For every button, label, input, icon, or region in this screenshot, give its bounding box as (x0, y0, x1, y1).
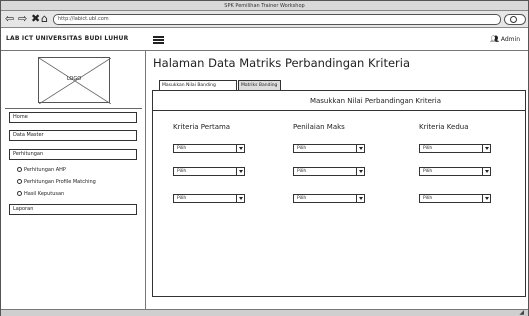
brand-title: LAB ICT UNIVERSITAS BUDI LUHUR (6, 35, 129, 42)
sidebar-subitem-hasil-keputusan[interactable]: Hasil Keputusan (17, 190, 64, 198)
radio-icon (17, 167, 22, 172)
chevron-down-icon (356, 168, 364, 175)
browser-toolbar: ⇦ ⇨ ✖ ⌂ http://labict.ubl.com (1, 11, 528, 28)
url-bar[interactable]: http://labict.ubl.com (53, 14, 501, 25)
tab-masukkan-nilai-banding[interactable]: Masukkan Nilai Banding (159, 80, 237, 90)
chevron-down-icon (482, 195, 490, 202)
sidebar-item-perhitungan[interactable]: Perhitungan (9, 149, 137, 160)
app-header: LAB ICT UNIVERSITAS BUDI LUHUR 👥︎ Admin (1, 29, 528, 51)
divider (5, 108, 142, 109)
sidebar-item-home[interactable]: Home (9, 112, 137, 123)
chevron-down-icon (236, 168, 244, 175)
home-icon[interactable]: ⌂ (41, 13, 48, 25)
chevron-down-icon (236, 145, 244, 152)
select-kriteria-pertama[interactable]: Pilih (173, 167, 245, 176)
sidebar-subitem-profile-matching[interactable]: Perhitungan Profile Matching (17, 178, 96, 186)
page-title: Halaman Data Matriks Perbandingan Kriter… (153, 56, 411, 70)
radio-icon (17, 191, 22, 196)
select-penilaian-maks[interactable]: Pilih (293, 194, 365, 203)
sidebar-subitem-ahp[interactable]: Perhitungan AHP (17, 166, 66, 174)
close-icon[interactable]: ✖ (31, 13, 40, 25)
sidebar: LOGO Home Data Master Perhitungan Perhit… (1, 51, 146, 309)
resize-grip-icon[interactable]: ◢ (519, 310, 524, 316)
column-header-kriteria-kedua: Kriteria Kedua (419, 123, 469, 131)
column-header-kriteria-pertama: Kriteria Pertama (173, 123, 231, 131)
form-panel: Masukkan Nilai Perbandingan Kriteria Kri… (152, 90, 526, 297)
back-arrow-icon[interactable]: ⇦ (5, 13, 14, 25)
chevron-down-icon (356, 145, 364, 152)
browser-window: SPK Pemilihan Trainer Workshop ⇦ ⇨ ✖ ⌂ h… (0, 0, 529, 316)
chevron-down-icon (356, 195, 364, 202)
tab-matriks-banding[interactable]: Matriks Banding (238, 80, 281, 90)
user-menu[interactable]: 👥︎ Admin (490, 35, 520, 43)
hamburger-icon[interactable] (153, 36, 164, 44)
select-penilaian-maks[interactable]: Pilih (293, 167, 365, 176)
select-kriteria-pertama[interactable]: Pilih (173, 194, 245, 203)
select-kriteria-kedua[interactable]: Pilih (419, 194, 491, 203)
select-kriteria-kedua[interactable]: Pilih (419, 167, 491, 176)
logo-label: LOGO (66, 76, 82, 82)
column-header-penilaian-maks: Penilaian Maks (293, 123, 345, 131)
select-penilaian-maks[interactable]: Pilih (293, 144, 365, 153)
forward-arrow-icon[interactable]: ⇨ (18, 13, 27, 25)
users-icon: 👥︎ (489, 35, 499, 43)
select-kriteria-pertama[interactable]: Pilih (173, 144, 245, 153)
radio-icon (17, 179, 22, 184)
chevron-down-icon (236, 195, 244, 202)
logo: LOGO (38, 57, 111, 104)
sidebar-item-laporan[interactable]: Laporan (9, 204, 137, 215)
search-icon (510, 16, 517, 23)
user-label: Admin (500, 36, 520, 43)
status-bar: ◢ (1, 309, 528, 316)
browser-search-field[interactable] (504, 14, 526, 25)
chevron-down-icon (482, 145, 490, 152)
chevron-down-icon (482, 168, 490, 175)
sidebar-item-data-master[interactable]: Data Master (9, 130, 137, 141)
panel-title: Masukkan Nilai Perbandingan Kriteria (153, 91, 525, 111)
window-title: SPK Pemilihan Trainer Workshop (1, 1, 528, 11)
select-kriteria-kedua[interactable]: Pilih (419, 144, 491, 153)
